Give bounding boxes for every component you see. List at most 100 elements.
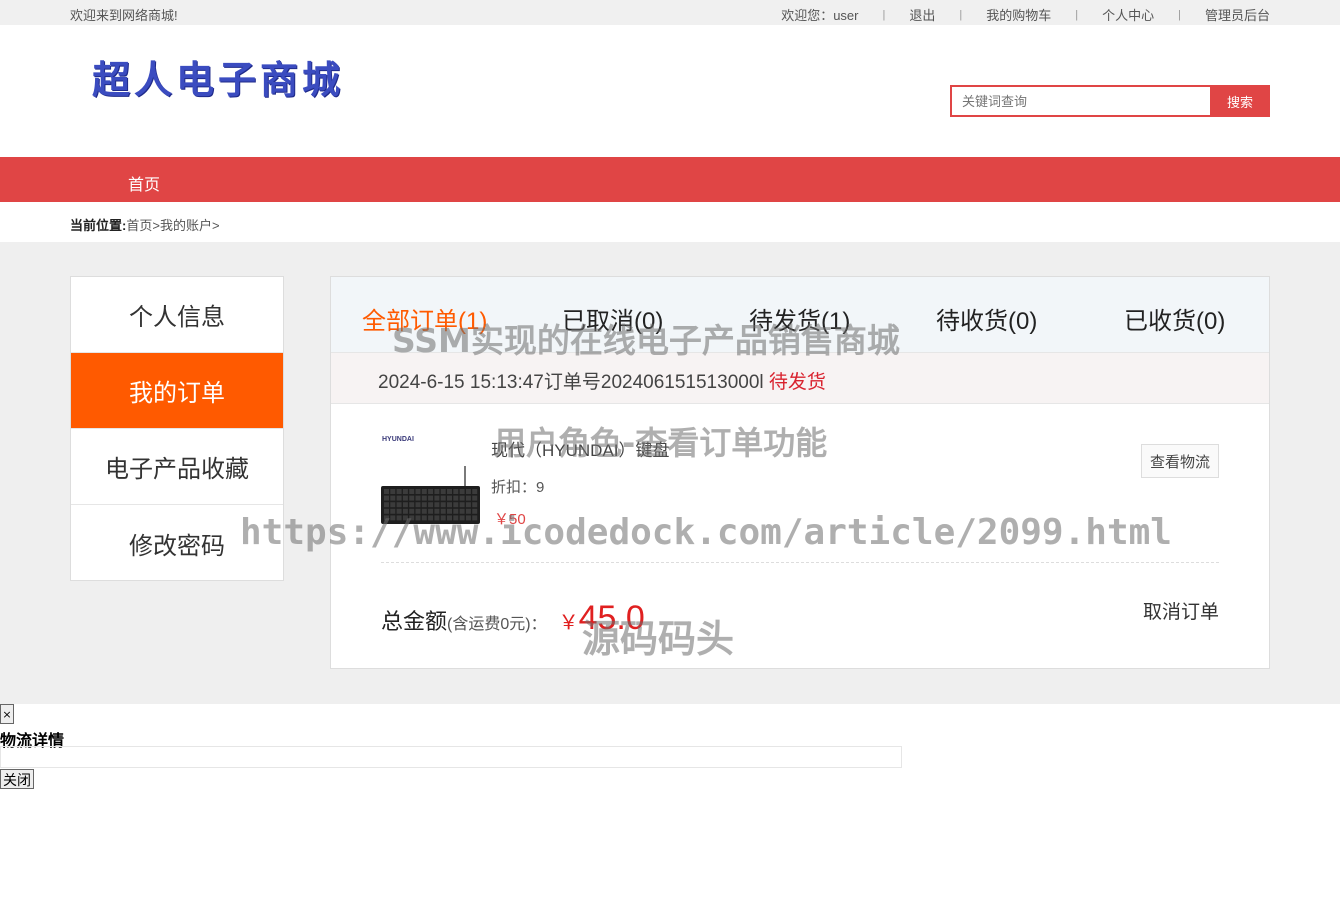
tab-pending-shipment[interactable]: 待发货(1) (749, 301, 850, 336)
keyboard-key (465, 489, 471, 494)
keyboard-key (472, 489, 478, 494)
welcome-text: 欢迎来到网络商城! (70, 8, 178, 23)
divider: | (882, 8, 886, 21)
keyboard-key (428, 515, 434, 521)
nav-home[interactable]: 首页 (128, 171, 160, 195)
keyboard-key (465, 515, 471, 521)
account-sidebar: 个人信息 我的订单 电子产品收藏 修改密码 (70, 276, 284, 581)
keyboard-key (465, 508, 471, 514)
close-button[interactable]: 关闭 (0, 769, 34, 789)
keyboard-key (440, 515, 446, 521)
keyboard-key (415, 502, 421, 508)
tab-received[interactable]: 已收货(0) (1124, 301, 1225, 336)
keyboard-key (428, 489, 434, 494)
order-header: 2024-6-15 15:13:47订单号202406151513000l 待发… (331, 353, 1269, 404)
shipping-note: (含运费0元)： (447, 616, 547, 633)
keyboard-key (472, 495, 478, 501)
keyboard-icon: HYUNDAI (381, 436, 480, 524)
tab-all-orders[interactable]: 全部订单(1) (362, 301, 487, 336)
keyboard-key (390, 502, 396, 508)
keyboard-key (409, 489, 415, 494)
keyboard-key (440, 489, 446, 494)
breadcrumb-home[interactable]: 首页 (126, 218, 152, 233)
product-discount: 折扣：9 (491, 479, 545, 496)
user-greeting: 欢迎您：user (781, 8, 859, 23)
total-label: 总金额 (381, 609, 448, 634)
breadcrumb-separator: > (211, 218, 220, 233)
keyboard-key (434, 489, 440, 494)
sidebar-item-change-password[interactable]: 修改密码 (71, 505, 283, 581)
site-logo[interactable]: 超人电子商城 (92, 49, 344, 104)
divider: | (1178, 8, 1181, 21)
cancel-order-button[interactable]: 取消订单 (1143, 597, 1219, 624)
close-icon[interactable]: × (0, 704, 14, 724)
keyboard-key (384, 495, 389, 501)
keyboard-key (447, 508, 452, 514)
sidebar-item-profile-info[interactable]: 个人信息 (71, 277, 283, 353)
keyboard-key (390, 515, 396, 521)
keyboard-key (415, 515, 421, 521)
keyboard-key (447, 495, 452, 501)
logout-link[interactable]: 退出 (909, 5, 935, 24)
keyboard-key (453, 495, 459, 501)
order-tabs: 全部订单(1) 已取消(0) 待发货(1) 待收货(0) 已收货(0) (331, 277, 1269, 353)
product-name[interactable]: 现代（HYUNDAI）键盘 (491, 436, 670, 461)
admin-link[interactable]: 管理员后台 (1205, 5, 1270, 24)
keyboard-key (421, 515, 427, 521)
search-input[interactable] (950, 85, 1210, 117)
currency-symbol: ￥ (558, 612, 579, 634)
keyboard-key (415, 495, 421, 501)
keyboard-key (453, 489, 459, 494)
keyboard-key (409, 502, 415, 508)
keyboard-key (465, 495, 471, 501)
main-nav: 首页 (0, 157, 1340, 202)
keyboard-key (465, 502, 471, 508)
sidebar-item-favorites[interactable]: 电子产品收藏 (71, 429, 283, 505)
keyboard-key (409, 515, 415, 521)
product-image[interactable]: HYUNDAI (381, 434, 481, 530)
keyboard-key (390, 495, 396, 501)
order-status: 待发货 (768, 372, 826, 393)
keyboard-key (472, 502, 478, 508)
keyboard-key (459, 508, 465, 514)
breadcrumb-separator: > (152, 218, 160, 233)
keyboard-key (409, 508, 415, 514)
cart-link[interactable]: 我的购物车 (986, 5, 1051, 24)
keyboard-key (447, 502, 452, 508)
keyboard-key (453, 508, 459, 514)
view-logistics-button[interactable]: 查看物流 (1141, 444, 1219, 478)
tab-cancelled[interactable]: 已取消(0) (562, 301, 663, 336)
keyboard-key (434, 502, 440, 508)
keyboard-key (390, 489, 396, 494)
keyboard-key (396, 489, 402, 494)
keyboard-key (396, 495, 402, 501)
sidebar-item-my-orders[interactable]: 我的订单 (71, 353, 283, 429)
profile-link[interactable]: 个人中心 (1102, 5, 1154, 24)
keyboard-key (402, 489, 408, 494)
product-price: ￥50 (494, 511, 526, 528)
tab-pending-receipt[interactable]: 待收货(0) (936, 301, 1037, 336)
keyboard-key (453, 502, 459, 508)
keyboard-key (421, 502, 427, 508)
search-button[interactable]: 搜索 (1210, 85, 1270, 117)
logistics-content (0, 746, 902, 768)
keyboard-key (447, 515, 452, 521)
keyboard-key (415, 508, 421, 514)
total-amount: 45.0 (578, 599, 645, 637)
keyboard-key (402, 495, 408, 501)
keyboard-key (396, 502, 402, 508)
keyboard-key (402, 515, 408, 521)
orders-panel: 全部订单(1) 已取消(0) 待发货(1) 待收货(0) 已收货(0) 2024… (330, 276, 1270, 669)
top-links: 欢迎您：user | 退出 | 我的购物车 | 个人中心 | 管理员后台 (781, 5, 1270, 24)
keyboard-key (459, 515, 465, 521)
divider: | (959, 8, 963, 21)
search-bar: 搜索 (950, 85, 1270, 117)
divider: | (1075, 8, 1079, 21)
keyboard-key (396, 508, 402, 514)
keyboard-key (447, 489, 452, 494)
keyboard-key (396, 515, 402, 521)
breadcrumb-account[interactable]: 我的账户 (160, 218, 212, 233)
keyboard-key (384, 515, 389, 521)
order-item: HYUNDAI 现代（HYUNDAI）键盘 折扣：9 ￥50 查看物流 (331, 404, 1269, 564)
divider (381, 562, 1219, 563)
